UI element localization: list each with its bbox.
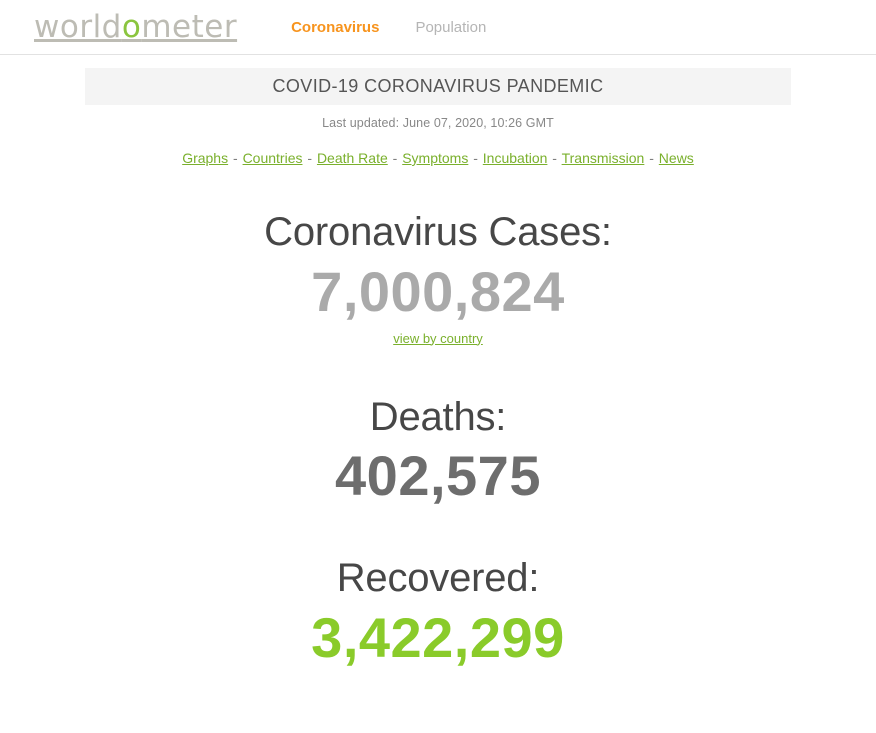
section-link-incubation[interactable]: Incubation xyxy=(483,150,548,166)
page-title: COVID-19 CORONAVIRUS PANDEMIC xyxy=(85,68,791,105)
link-separator: - xyxy=(392,150,398,166)
counter-title-deaths: Deaths: xyxy=(369,394,507,439)
counter-deaths: Deaths: 402,575 xyxy=(85,395,791,509)
last-updated-timestamp: Last updated: June 07, 2020, 10:26 GMT xyxy=(322,116,554,130)
counter-title-recovered: Recovered: xyxy=(336,556,540,601)
section-link-transmission[interactable]: Transmission xyxy=(562,150,645,166)
counter-value-deaths: 402,575 xyxy=(335,444,541,508)
section-link-countries[interactable]: Countries xyxy=(243,150,303,166)
nav-item-population[interactable]: Population xyxy=(415,19,486,36)
section-link-graphs[interactable]: Graphs xyxy=(182,150,228,166)
link-separator: - xyxy=(233,150,238,166)
logo-text-suffix: meter xyxy=(141,8,238,45)
logo-accent-o: o xyxy=(121,8,142,45)
link-separator: - xyxy=(473,150,478,166)
view-by-country-wrapper: view by country xyxy=(85,331,791,346)
view-by-country-link[interactable]: view by country xyxy=(393,331,483,346)
counter-value-cases: 7,000,824 xyxy=(311,259,565,323)
section-link-death-rate[interactable]: Death Rate xyxy=(317,150,388,166)
link-separator: - xyxy=(649,150,654,166)
nav-item-coronavirus[interactable]: Coronavirus xyxy=(291,19,379,36)
counter-recovered: Recovered: 3,422,299 xyxy=(85,556,791,670)
worldometer-logo[interactable]: worldometer xyxy=(34,8,238,45)
link-separator: - xyxy=(552,150,557,166)
main-navigation: Coronavirus Population xyxy=(291,19,486,36)
link-separator: - xyxy=(307,150,313,166)
section-link-symptoms[interactable]: Symptoms xyxy=(402,150,468,166)
counter-title-cases: Coronavirus Cases: xyxy=(264,210,612,254)
main-content: COVID-19 CORONAVIRUS PANDEMIC Last updat… xyxy=(85,55,791,670)
site-header: worldometer Coronavirus Population xyxy=(0,0,876,55)
section-links-bar: Graphs - Countries - Death Rate - Sympto… xyxy=(85,150,791,166)
counter-coronavirus-cases: Coronavirus Cases: 7,000,824 view by cou… xyxy=(85,210,791,346)
counter-value-recovered: 3,422,299 xyxy=(311,605,565,669)
section-link-news[interactable]: News xyxy=(659,150,694,166)
logo-text-prefix: world xyxy=(34,8,122,45)
